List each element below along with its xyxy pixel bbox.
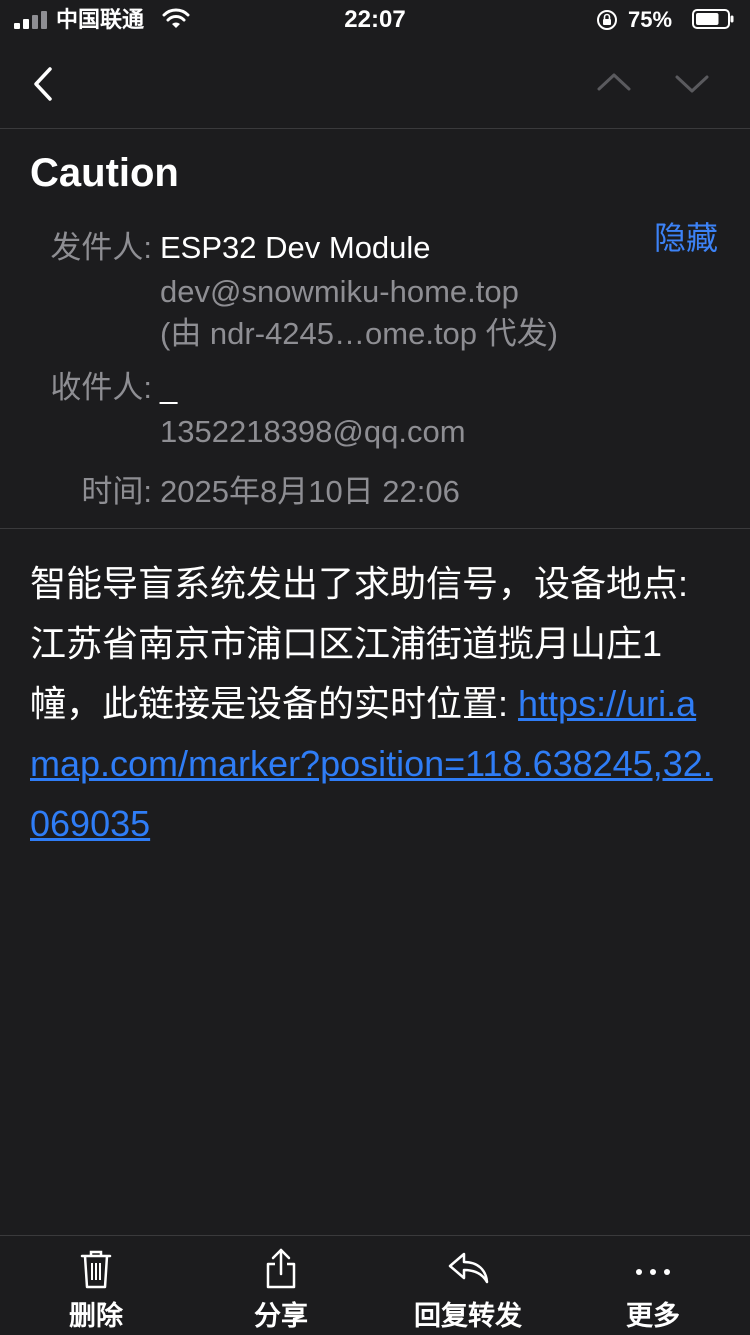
trash-icon — [80, 1250, 112, 1289]
chevron-left-icon[interactable] — [32, 66, 54, 102]
more-label: 更多 — [626, 1301, 680, 1331]
share-button[interactable]: 分享 — [206, 1236, 356, 1335]
reply-icon — [448, 1252, 489, 1284]
recipient-name[interactable]: _ — [160, 366, 177, 410]
sender-via: (由 ndr-4245…ome.top 代发) — [160, 316, 558, 351]
recipient-email[interactable]: 1352218398@qq.com — [160, 410, 466, 454]
mail-body: 智能导盲系统发出了求助信号，设备地点: 江苏省南京市浦口区江浦街道揽月山庄1幢，… — [30, 554, 720, 854]
sent-time: 2025年8月10日 22:06 — [160, 474, 460, 509]
rotation-lock-icon — [597, 10, 617, 30]
reply-forward-button[interactable]: 回复转发 — [393, 1236, 543, 1335]
time-label: 时间: — [81, 474, 152, 509]
reply-forward-label: 回复转发 — [414, 1301, 522, 1331]
delete-label: 删除 — [69, 1301, 123, 1331]
battery-icon — [692, 9, 734, 29]
status-bar: 中国联通 22:07 75% — [0, 0, 750, 40]
sender-email[interactable]: dev@snowmiku-home.top — [160, 270, 519, 314]
nav-bar — [0, 40, 750, 129]
share-icon — [266, 1248, 296, 1289]
chevron-down-icon[interactable] — [674, 74, 710, 94]
chevron-up-icon[interactable] — [596, 72, 632, 92]
share-label: 分享 — [254, 1301, 308, 1331]
mail-subject: Caution — [30, 151, 179, 195]
header-divider — [0, 528, 750, 529]
battery-percent: 75% — [628, 7, 673, 32]
delete-button[interactable]: 删除 — [21, 1236, 171, 1335]
more-icon — [636, 1269, 670, 1275]
hide-details-button[interactable]: 隐藏 — [654, 216, 718, 260]
sender-name[interactable]: ESP32 Dev Module — [160, 226, 431, 270]
from-label: 发件人: — [50, 230, 152, 265]
to-label: 收件人: — [50, 370, 152, 405]
more-button[interactable]: 更多 — [578, 1236, 728, 1335]
bottom-toolbar: 删除 分享 回复转发 更多 — [0, 1235, 750, 1335]
